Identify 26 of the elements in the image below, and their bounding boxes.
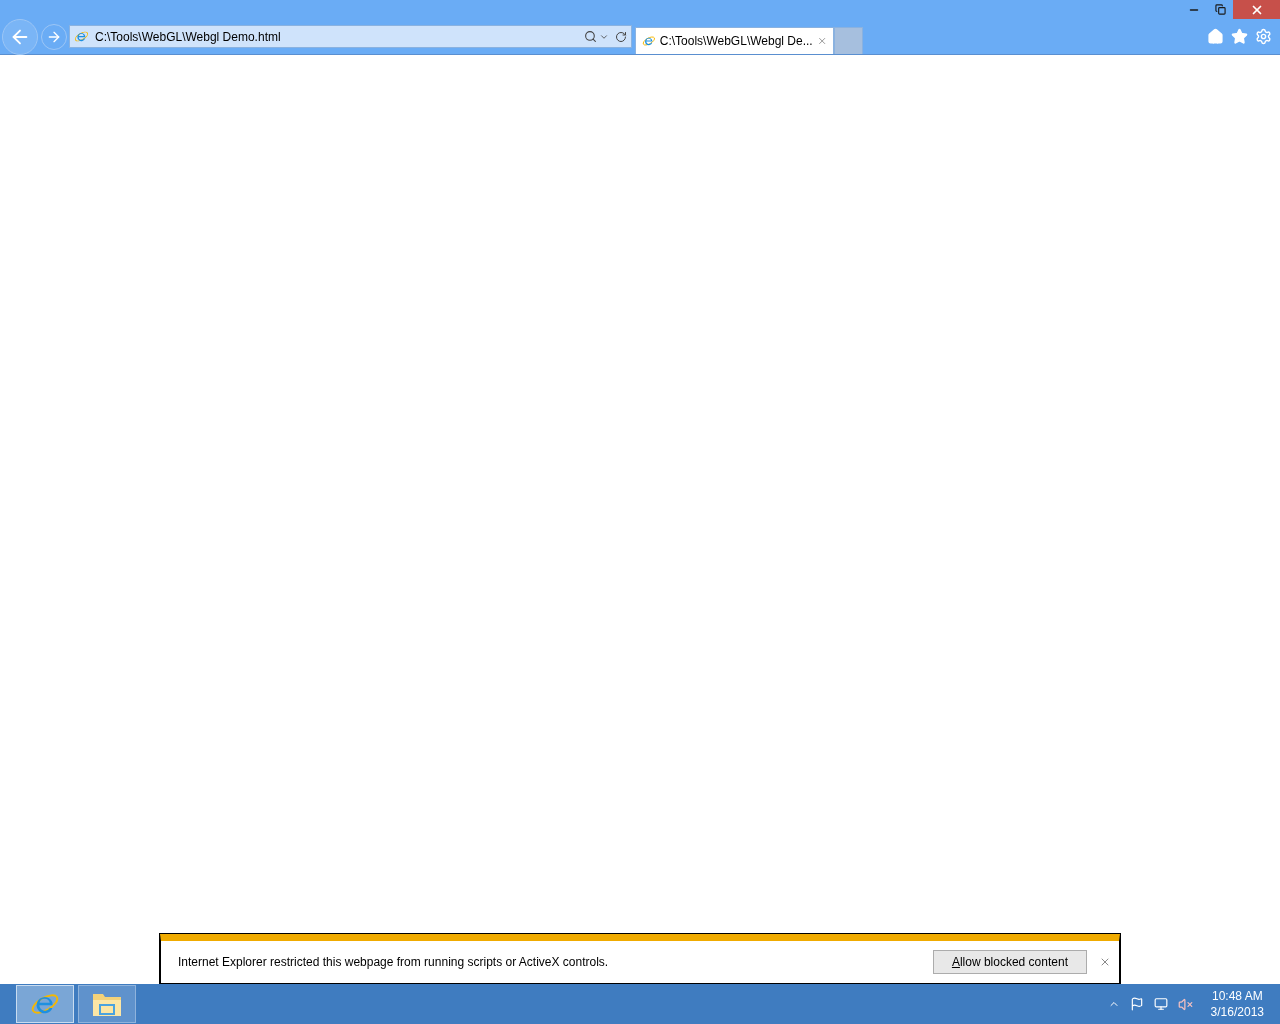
close-icon[interactable] — [1099, 956, 1111, 968]
taskbar-app-button[interactable] — [16, 985, 74, 1023]
close-button[interactable] — [1233, 0, 1280, 19]
allow-blocked-content-button[interactable]: Allow blocked content — [932, 950, 1087, 974]
refresh-icon[interactable] — [615, 30, 627, 43]
clock-date: 3/16/2013 — [1210, 1004, 1264, 1020]
search-icon[interactable] — [584, 30, 597, 43]
tab-title: C:\Tools\WebGL\Webgl De... — [659, 33, 813, 50]
e-logo-icon — [642, 33, 656, 49]
settings-icon[interactable] — [1255, 28, 1272, 45]
flag-icon[interactable] — [1129, 997, 1144, 1011]
clock-time: 10:48 AM — [1211, 988, 1263, 1004]
notification-message: Internet Explorer restricted this webpage from running scripts or ActiveX controls. — [178, 954, 610, 971]
star-icon[interactable] — [1231, 28, 1248, 45]
page-icon — [74, 29, 89, 44]
back-button[interactable] — [2, 18, 38, 55]
taskbar-app-button[interactable] — [78, 985, 136, 1023]
browser-tab[interactable]: C:\Tools\WebGL\Webgl De... — [635, 27, 834, 54]
address-bar[interactable]: C:\Tools\WebGL\Webgl Demo.html — [69, 25, 632, 48]
muted-speaker-icon[interactable] — [1177, 996, 1193, 1012]
address-text: C:\Tools\WebGL\Webgl Demo.html — [95, 28, 282, 46]
network-icon[interactable] — [1153, 997, 1168, 1011]
close-tab-icon[interactable] — [816, 35, 827, 47]
home-icon[interactable] — [1207, 28, 1224, 45]
restore-icon — [1214, 4, 1226, 15]
clock[interactable]: 10:48 AM 3/16/2013 — [1210, 988, 1264, 1020]
